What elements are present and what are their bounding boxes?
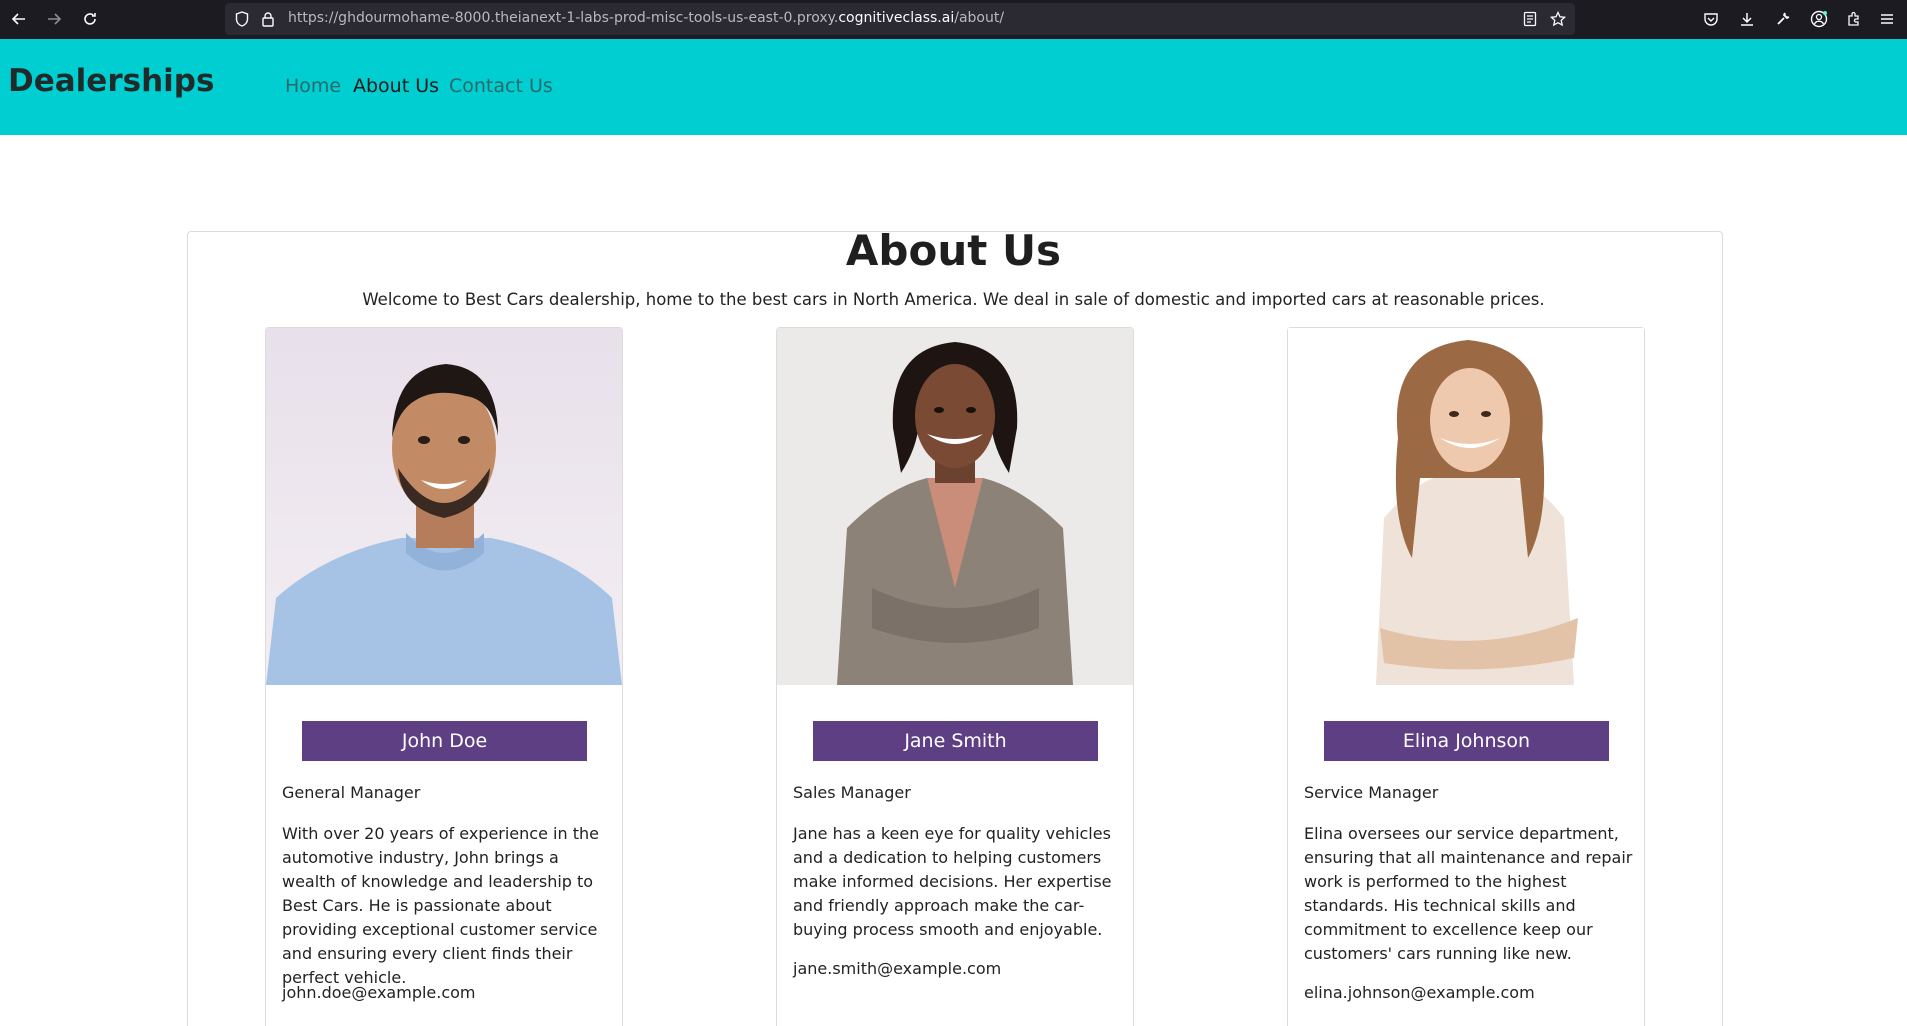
- member-bio: With over 20 years of experience in the …: [282, 824, 599, 987]
- team-member-card: John Doe General Manager With over 20 ye…: [265, 327, 623, 1026]
- team-member-card: Elina Johnson Service Manager Elina over…: [1287, 327, 1645, 1026]
- reader-view-icon[interactable]: [1521, 10, 1539, 28]
- portrait-photo: [1288, 328, 1644, 685]
- extensions-icon[interactable]: [1843, 8, 1865, 30]
- member-name: Elina Johnson: [1324, 721, 1609, 761]
- member-role: General Manager: [282, 783, 421, 802]
- member-email[interactable]: elina.johnson@example.com: [1304, 983, 1535, 1002]
- member-bio: Elina oversees our service department, e…: [1304, 824, 1633, 963]
- nav-link-contact[interactable]: Contact Us: [449, 75, 553, 97]
- lock-icon[interactable]: [259, 10, 277, 28]
- url-prefix: https://ghdourmohame-8000.theianext-1-la…: [288, 10, 839, 26]
- shield-icon[interactable]: [233, 10, 251, 28]
- browser-toolbar: https://ghdourmohame-8000.theianext-1-la…: [0, 0, 1907, 39]
- account-icon[interactable]: [1808, 8, 1830, 30]
- member-name: Jane Smith: [813, 721, 1098, 761]
- url-path: /about/: [954, 10, 1005, 26]
- portrait-photo: [777, 328, 1133, 685]
- menu-icon[interactable]: [1876, 8, 1898, 30]
- nav-link-about[interactable]: About Us: [353, 75, 439, 97]
- back-arrow-icon[interactable]: [7, 7, 31, 31]
- member-email[interactable]: jane.smith@example.com: [793, 959, 1001, 978]
- member-role: Sales Manager: [793, 783, 911, 802]
- url-text[interactable]: https://ghdourmohame-8000.theianext-1-la…: [288, 10, 1004, 26]
- brand-title[interactable]: Dealerships: [8, 63, 214, 99]
- page-intro: Welcome to Best Cars dealership, home to…: [362, 290, 1545, 309]
- pocket-icon[interactable]: [1700, 8, 1722, 30]
- member-name: John Doe: [302, 721, 587, 761]
- url-bar[interactable]: https://ghdourmohame-8000.theianext-1-la…: [225, 3, 1575, 35]
- download-icon[interactable]: [1736, 8, 1758, 30]
- url-domain: cognitiveclass.ai: [838, 10, 955, 26]
- member-email[interactable]: john.doe@example.com: [282, 983, 476, 1002]
- forward-arrow-icon[interactable]: [42, 7, 66, 31]
- member-role: Service Manager: [1304, 783, 1439, 802]
- team-member-card: Jane Smith Sales Manager Jane has a keen…: [776, 327, 1134, 1026]
- site-navbar: Dealerships Home About Us Contact Us: [0, 39, 1907, 135]
- portrait-photo: [266, 328, 622, 685]
- wrench-icon[interactable]: [1772, 8, 1794, 30]
- member-bio: Jane has a keen eye for quality vehicles…: [793, 824, 1112, 939]
- bookmark-star-icon[interactable]: [1549, 10, 1567, 28]
- page-title: About Us: [845, 226, 1062, 275]
- nav-link-home[interactable]: Home: [285, 75, 341, 97]
- reload-icon[interactable]: [78, 7, 102, 31]
